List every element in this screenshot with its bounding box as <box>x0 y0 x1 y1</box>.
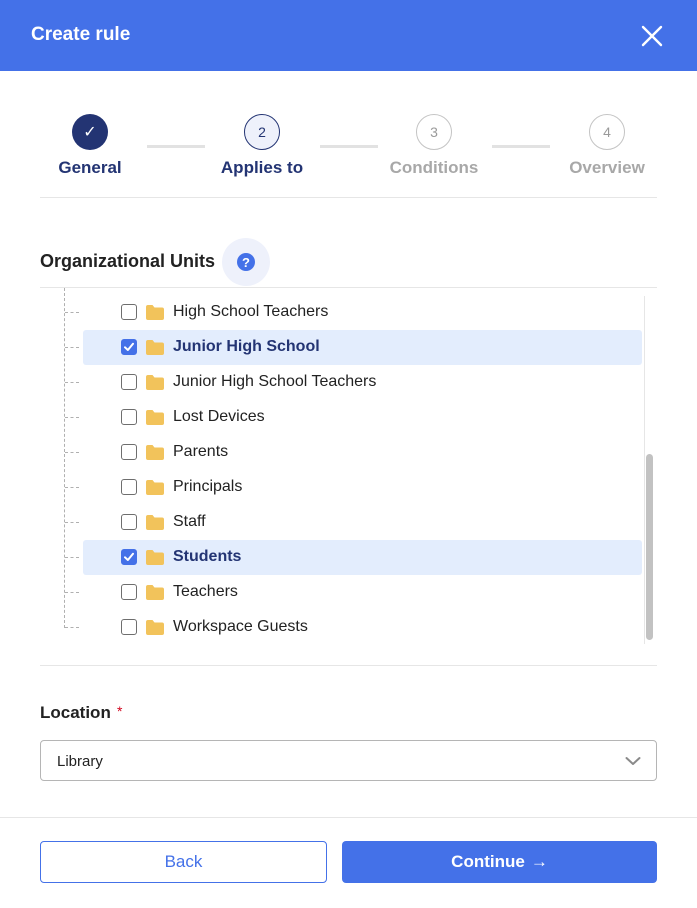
tree-row-junior-high-school[interactable]: Junior High School <box>40 330 642 365</box>
checkbox[interactable] <box>121 409 137 425</box>
divider <box>40 665 657 666</box>
step-general-circle: ✓ <box>72 114 108 150</box>
step-overview: 4 Overview <box>552 114 662 178</box>
continue-button-label: Continue <box>451 852 525 871</box>
checkbox[interactable] <box>121 479 137 495</box>
help-icon: ? <box>237 253 255 271</box>
step-connector <box>320 145 378 148</box>
checkbox[interactable] <box>121 339 137 355</box>
step-overview-circle: 4 <box>589 114 625 150</box>
check-icon <box>124 342 134 351</box>
dialog-title: Create rule <box>31 24 131 45</box>
tree-row-label: Junior High School <box>173 338 320 355</box>
checkbox[interactable] <box>121 619 137 635</box>
checkbox[interactable] <box>121 549 137 565</box>
dialog-header: Create rule <box>0 0 697 71</box>
step-applies-to-circle: 2 <box>244 114 280 150</box>
check-icon <box>124 552 134 561</box>
step-conditions: 3 Conditions <box>379 114 489 178</box>
org-units-title: Organizational Units <box>40 251 216 271</box>
continue-button[interactable]: Continue → <box>342 841 657 883</box>
tree-row-workspace-guests[interactable]: Workspace Guests <box>40 610 642 645</box>
step-applies-to-label: Applies to <box>220 158 304 177</box>
folder-icon <box>146 480 164 495</box>
tree-row-lost-devices[interactable]: Lost Devices <box>40 400 642 435</box>
arrow-right-icon: → <box>530 852 548 871</box>
folder-icon <box>146 585 164 600</box>
location-select[interactable]: Library <box>40 740 657 781</box>
chevron-down-icon <box>625 757 641 765</box>
tree-row-label: Staff <box>173 513 206 530</box>
step-general-label: General <box>58 158 122 177</box>
step-connector <box>147 145 205 148</box>
checkbox[interactable] <box>121 514 137 530</box>
tree-row-label: Principals <box>173 478 243 495</box>
divider <box>40 197 657 198</box>
checkbox[interactable] <box>121 304 137 320</box>
back-button-label: Back <box>164 852 203 871</box>
stepper: ✓ General 2 Applies to 3 Conditions 4 Ov… <box>40 114 657 184</box>
step-conditions-label: Conditions <box>389 158 479 177</box>
tree-row-junior-high-school-teachers[interactable]: Junior High School Teachers <box>40 365 642 400</box>
location-label: Location <box>40 703 111 722</box>
step-overview-label: Overview <box>569 158 645 177</box>
tree-row-label: Lost Devices <box>173 408 265 425</box>
folder-icon <box>146 550 164 565</box>
tree-row-label: Workspace Guests <box>173 618 308 635</box>
folder-icon <box>146 410 164 425</box>
close-button[interactable] <box>638 22 666 50</box>
tree-row-label: Parents <box>173 443 229 460</box>
back-button[interactable]: Back <box>40 841 327 883</box>
org-units-tree: High School Teachers Junior High School … <box>40 288 657 645</box>
folder-icon <box>146 620 164 635</box>
help-button[interactable]: ? <box>222 238 270 286</box>
tree-scrollbar-thumb[interactable] <box>646 454 653 640</box>
tree-row-high-school-teachers[interactable]: High School Teachers <box>40 295 642 330</box>
folder-icon <box>146 375 164 390</box>
tree-row-label: Junior High School Teachers <box>173 373 377 390</box>
location-select-value: Library <box>57 753 103 770</box>
checkbox[interactable] <box>121 444 137 460</box>
folder-icon <box>146 515 164 530</box>
step-general[interactable]: ✓ General <box>35 114 145 178</box>
tree-row-students[interactable]: Students <box>40 540 642 575</box>
tree-row-teachers[interactable]: Teachers <box>40 575 642 610</box>
footer-divider <box>0 817 697 818</box>
step-applies-to[interactable]: 2 Applies to <box>207 114 317 178</box>
tree-row-principals[interactable]: Principals <box>40 470 642 505</box>
folder-icon <box>146 305 164 320</box>
tree-row-label: Teachers <box>173 583 238 600</box>
checkbox[interactable] <box>121 374 137 390</box>
folder-icon <box>146 340 164 355</box>
tree-row-label: High School Teachers <box>173 303 329 320</box>
tree-row-label: Students <box>173 548 242 565</box>
required-indicator: * <box>117 703 123 719</box>
tree-row-parents[interactable]: Parents <box>40 435 642 470</box>
folder-icon <box>146 445 164 460</box>
step-connector <box>492 145 550 148</box>
tree-row-staff[interactable]: Staff <box>40 505 642 540</box>
close-icon <box>641 25 663 47</box>
checkbox[interactable] <box>121 584 137 600</box>
step-conditions-circle: 3 <box>416 114 452 150</box>
